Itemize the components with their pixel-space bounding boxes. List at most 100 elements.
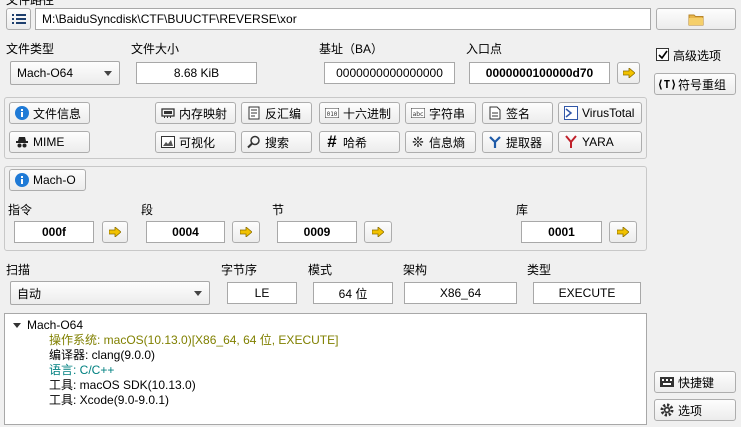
advanced-options-label[interactable]: 高级选项 xyxy=(673,47,721,64)
entropy-label: 信息熵 xyxy=(429,135,466,150)
hex-button[interactable]: 010 十六进制 xyxy=(319,102,400,124)
segments-go-button[interactable] xyxy=(232,221,260,243)
entry-point-field[interactable]: 0000000100000d70 xyxy=(469,62,610,84)
segments-field: 0004 xyxy=(146,221,225,243)
strings-label: 字符串 xyxy=(429,106,466,121)
libraries-field: 0001 xyxy=(521,221,602,243)
disassembly-icon xyxy=(246,105,262,121)
file-path-input[interactable]: M:\BaiduSyncdisk\CTF\BUUCTF\REVERSE\xor xyxy=(35,8,651,30)
memory-chip-icon xyxy=(160,105,176,121)
options-button[interactable]: 选项 xyxy=(654,399,736,421)
macho-button[interactable]: Mach-O xyxy=(9,169,86,191)
tree-item[interactable]: 工具: macOS SDK(10.13.0) xyxy=(49,378,196,393)
symbol-demangle-button[interactable]: ⟨T⟩ 符号重组 xyxy=(654,73,736,95)
file-size-field: 8.68 KiB xyxy=(136,62,257,84)
arch-field: X86_64 xyxy=(404,282,517,304)
file-type-value: Mach-O64 xyxy=(17,66,74,80)
mode-field: 64 位 xyxy=(313,282,393,304)
hex-icon: 010 xyxy=(324,105,340,121)
visualization-label: 可视化 xyxy=(179,135,216,150)
sections-field: 0009 xyxy=(277,221,357,243)
strings-icon: abc xyxy=(410,105,426,121)
open-file-button[interactable] xyxy=(656,8,736,30)
file-info-label: 文件信息 xyxy=(33,106,82,121)
tree-root[interactable]: Mach-O64 xyxy=(13,318,83,333)
chevron-down-icon xyxy=(104,71,112,76)
signatures-label: 签名 xyxy=(506,106,531,121)
results-tree[interactable]: Mach-O64 操作系统: macOS(10.13.0)[X86_64, 64… xyxy=(4,313,647,425)
tree-root-label: Mach-O64 xyxy=(27,318,84,332)
svg-text:abc: abc xyxy=(413,111,424,118)
hash-icon: # xyxy=(327,132,337,151)
gear-icon xyxy=(659,402,675,418)
folder-icon xyxy=(688,11,704,27)
disassembly-button[interactable]: 反汇编 xyxy=(241,102,312,124)
options-label: 选项 xyxy=(678,403,703,418)
entry-point-label: 入口点 xyxy=(466,42,503,56)
strings-button[interactable]: abc 字符串 xyxy=(405,102,476,124)
arch-label: 架构 xyxy=(403,263,428,277)
checkmark-icon xyxy=(657,50,668,59)
disassembly-label: 反汇编 xyxy=(265,106,302,121)
yara-icon xyxy=(563,134,579,150)
mode-label: 模式 xyxy=(308,263,333,277)
scan-value: 自动 xyxy=(17,286,42,301)
hex-label: 十六进制 xyxy=(343,106,392,121)
virustotal-button[interactable]: VirusTotal xyxy=(558,102,642,124)
visualization-button[interactable]: 可视化 xyxy=(155,131,236,153)
libraries-label: 库 xyxy=(516,203,529,217)
virustotal-icon xyxy=(563,105,579,121)
search-button[interactable]: 搜索 xyxy=(241,131,312,153)
type-field: EXECUTE xyxy=(533,282,641,304)
menu-button[interactable] xyxy=(6,8,31,30)
type-label: 类型 xyxy=(527,263,552,277)
chevron-down-icon xyxy=(194,291,202,296)
spy-hat-icon xyxy=(14,134,30,150)
endian-label: 字节序 xyxy=(221,263,258,277)
tree-item[interactable]: 编译器: clang(9.0.0) xyxy=(49,348,155,363)
svg-text:010: 010 xyxy=(327,111,338,118)
hash-button[interactable]: # 哈希 xyxy=(319,131,400,153)
file-info-button[interactable]: 文件信息 xyxy=(9,102,90,124)
sections-go-button[interactable] xyxy=(364,221,392,243)
signatures-button[interactable]: 签名 xyxy=(482,102,553,124)
commands-go-button[interactable] xyxy=(102,221,128,243)
base-address-label: 基址（BA） xyxy=(319,42,384,56)
advanced-options-checkbox[interactable] xyxy=(656,48,669,61)
search-icon xyxy=(246,134,262,150)
window-title-fragment: 文件路径 xyxy=(6,0,55,7)
file-type-label: 文件类型 xyxy=(6,42,55,56)
shortcuts-label: 快捷键 xyxy=(678,375,715,390)
entropy-icon: ❊ xyxy=(412,133,424,150)
base-address-field[interactable]: 0000000000000000 xyxy=(324,62,455,84)
scan-select[interactable]: 自动 xyxy=(10,281,210,305)
tree-item[interactable]: 语言: C/C++ xyxy=(49,363,114,378)
memory-map-button[interactable]: 内存映射 xyxy=(155,102,236,124)
segments-label: 段 xyxy=(141,203,154,217)
keyboard-icon xyxy=(659,374,675,390)
entry-point-go-button[interactable] xyxy=(617,62,640,84)
tree-item[interactable]: 操作系统: macOS(10.13.0)[X86_64, 64 位, EXECU… xyxy=(49,333,338,348)
image-icon xyxy=(160,134,176,150)
extractor-button[interactable]: 提取器 xyxy=(482,131,553,153)
endian-field: LE xyxy=(227,282,297,304)
memory-map-label: 内存映射 xyxy=(179,106,228,121)
tree-collapse-icon[interactable] xyxy=(13,323,21,328)
arrow-right-icon xyxy=(238,224,254,240)
symbol-demangle-label: 符号重组 xyxy=(678,77,727,92)
file-type-select[interactable]: Mach-O64 xyxy=(10,61,120,85)
tree-item[interactable]: 工具: Xcode(9.0-9.0.1) xyxy=(49,393,169,408)
commands-field: 000f xyxy=(14,221,94,243)
libraries-go-button[interactable] xyxy=(609,221,637,243)
mime-button[interactable]: MIME xyxy=(9,131,90,153)
yara-label: YARA xyxy=(582,135,614,149)
extractor-icon xyxy=(487,134,503,150)
entropy-button[interactable]: ❊ 信息熵 xyxy=(405,131,476,153)
signature-file-icon xyxy=(487,105,503,121)
info-icon xyxy=(14,172,30,188)
shortcuts-button[interactable]: 快捷键 xyxy=(654,371,736,393)
yara-button[interactable]: YARA xyxy=(558,131,642,153)
arrow-right-icon xyxy=(615,224,631,240)
info-icon xyxy=(14,105,30,121)
virustotal-label: VirusTotal xyxy=(582,106,635,120)
